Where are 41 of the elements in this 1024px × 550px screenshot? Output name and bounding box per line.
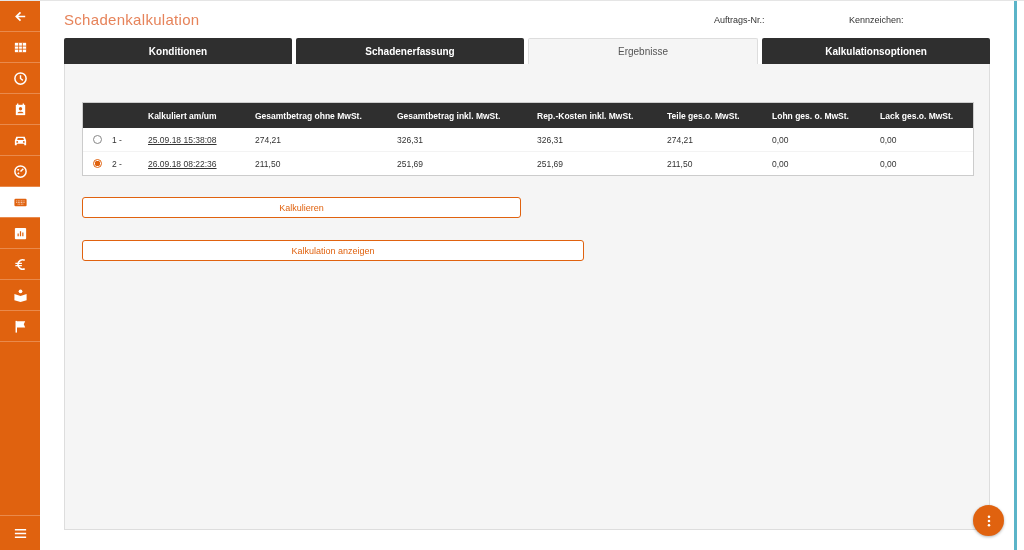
column-header: Teile ges.o. MwSt. — [667, 110, 741, 121]
field-label: Kennzeichen: — [849, 14, 905, 25]
table-cell-text: 251,69 — [537, 158, 564, 169]
column-header: Gesamtbetrag ohne MwSt. — [255, 110, 363, 121]
table-cell-text: 326,31 — [537, 134, 564, 145]
table-cell-text: 251,69 — [397, 158, 424, 169]
table-cell-text: 0,00 — [880, 158, 898, 169]
gauge-icon — [12, 163, 28, 179]
table-cell-text: 211,50 — [667, 158, 694, 169]
clock-icon — [12, 70, 28, 86]
date-link[interactable]: 25.09.18 15:38:08 — [148, 134, 217, 145]
column-header: Lohn ges. o. MwSt. — [772, 110, 850, 121]
page-title: Schadenkalkulation — [64, 11, 201, 28]
field-label: Auftrags-Nr.: — [714, 14, 766, 25]
table-cell-text: 0,00 — [880, 134, 898, 145]
column-header: Rep.-Kosten inkl. MwSt. — [537, 110, 635, 121]
table-cell-text: 274,21 — [255, 134, 282, 145]
table-cell-text: 326,31 — [397, 134, 424, 145]
table-cell-text: 274,21 — [667, 134, 694, 145]
table-cell-text: 0,00 — [772, 158, 790, 169]
calculate-button[interactable]: Kalkulieren — [82, 197, 521, 218]
date-link[interactable]: 26.09.18 08:22:36 — [148, 158, 217, 169]
column-header: Gesamtbetrag inkl. MwSt. — [397, 110, 502, 121]
tab[interactable]: Ergebnisse — [528, 38, 758, 64]
tab[interactable]: Kalkulationsoptionen — [762, 38, 990, 64]
tab[interactable]: Schadenerfassung — [296, 38, 524, 64]
euro-icon — [12, 256, 28, 272]
show-calculation-button[interactable]: Kalkulation anzeigen — [82, 240, 584, 261]
table-cell-text: 211,50 — [255, 158, 282, 169]
sidebar-item[interactable] — [0, 187, 40, 218]
column-header: Kalkuliert am/um — [148, 110, 218, 121]
tab[interactable]: Konditionen — [64, 38, 292, 64]
more-vertical-icon — [986, 514, 991, 527]
bar-chart-icon — [12, 225, 28, 241]
radio-button[interactable] — [93, 159, 102, 168]
reader-icon — [12, 287, 28, 303]
column-header: Lack ges.o. MwSt. — [880, 110, 955, 121]
row-number: 2 - — [112, 158, 123, 169]
table-cell-text: 0,00 — [772, 134, 790, 145]
more-button[interactable] — [973, 505, 1004, 536]
row-number: 1 - — [112, 134, 123, 145]
